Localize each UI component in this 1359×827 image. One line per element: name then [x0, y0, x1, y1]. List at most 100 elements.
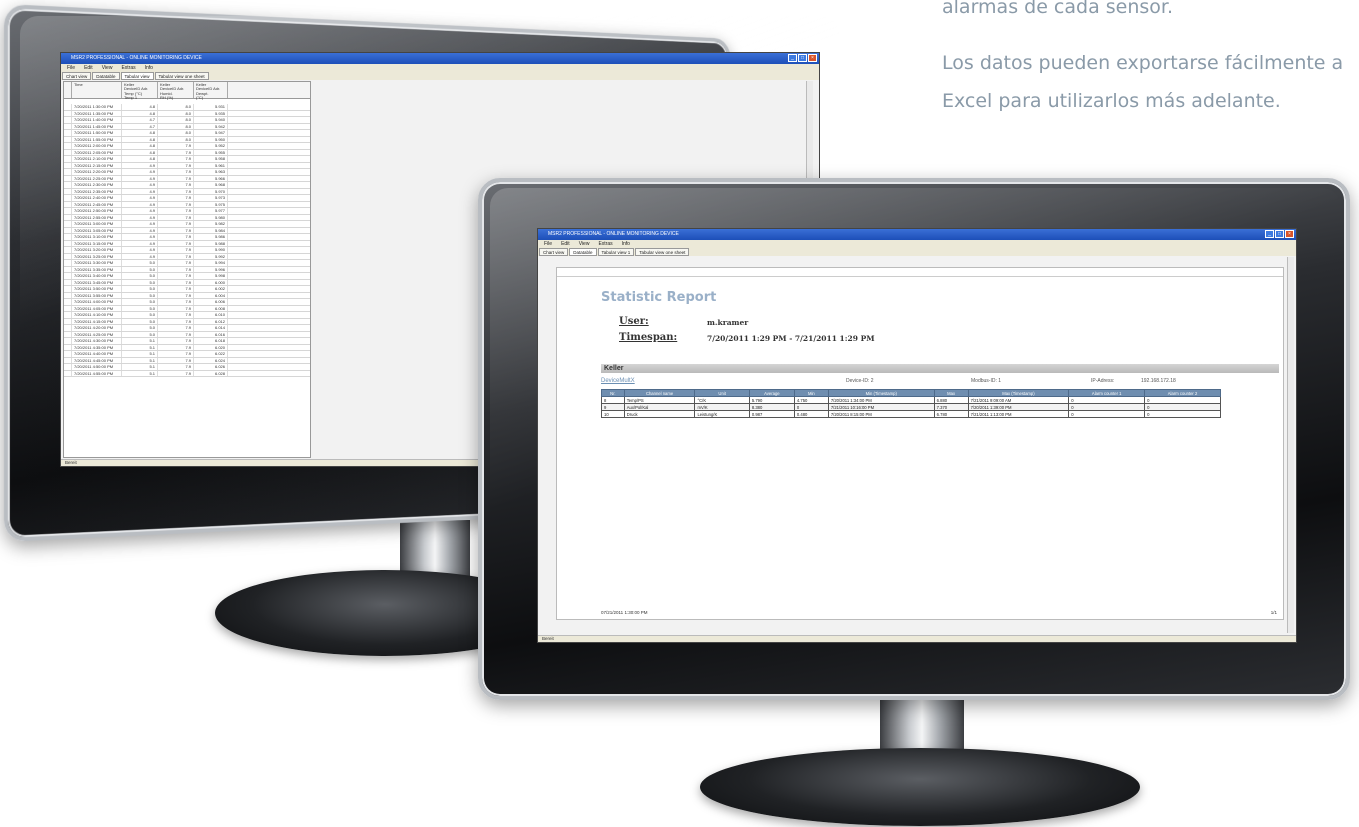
table-cell: 7/20/2011 2:35:00 PM	[72, 189, 122, 195]
row-marker	[64, 150, 72, 156]
row-marker	[64, 319, 72, 325]
table-cell: 7.9	[158, 280, 194, 286]
tab-datatable-right[interactable]: Datatable	[569, 248, 596, 256]
table-cell: 7/20/2011 1:55:00 PM	[72, 137, 122, 143]
table-cell: 5.0	[122, 267, 158, 273]
window-controls: _ □ ×	[788, 54, 817, 62]
menu-edit[interactable]: Edit	[84, 64, 93, 72]
menubar-right: File Edit View Extras Info	[538, 240, 1296, 248]
menu-extras-right[interactable]: Extras	[598, 240, 612, 248]
grid-header-temp[interactable]: Keller DeviceID Adr. Temp (°C) Temp 1	[122, 82, 158, 98]
menubar: File Edit View Extras Info	[61, 64, 819, 72]
table-cell: 7.9	[158, 208, 194, 214]
device-name-link[interactable]: DeviceMultX	[601, 376, 635, 386]
tab-datatable[interactable]: Datatable	[92, 72, 119, 80]
minimize-button-right[interactable]: _	[1265, 230, 1274, 238]
table-cell: 7/20/2011 3:45:00 PM	[72, 280, 122, 286]
ip-value: 192.168.172.18	[1141, 376, 1176, 386]
close-button[interactable]: ×	[808, 54, 817, 62]
table-cell: 7.9	[158, 345, 194, 351]
table-cell: 7/20/2011 4:30:00 PM	[72, 338, 122, 344]
col-min: Min	[794, 390, 828, 397]
tab-tabular-one-sheet-right[interactable]: Tabular view one sheet	[635, 248, 689, 256]
statistics-table: Nr. Channel name Unit Average Min Min (T…	[601, 389, 1221, 418]
table-cell: 4.7	[122, 124, 158, 130]
menu-edit-right[interactable]: Edit	[561, 240, 570, 248]
table-cell: 7/20/2011 8:15:00 PM	[828, 411, 934, 418]
row-marker	[64, 312, 72, 318]
table-cell: 5.970	[194, 189, 228, 195]
table-cell: Aux/Pol/Kal	[624, 404, 695, 411]
table-cell: 7.9	[158, 195, 194, 201]
tab-tabular-view-right[interactable]: Tabular view 1	[598, 248, 635, 256]
grid-header-dewpt[interactable]: Keller DeviceID Adr. Dewpt. (°C)	[194, 82, 228, 98]
menu-info-right[interactable]: Info	[622, 240, 630, 248]
table-cell: 7/20/2011 4:55:00 PM	[72, 371, 122, 377]
screen-right: MSR2 PROFESSIONAL - ONLINE MONITORING DE…	[537, 228, 1297, 643]
timespan-label: Timespan:	[619, 332, 677, 343]
table-cell: 5.988	[194, 241, 228, 247]
menu-info[interactable]: Info	[145, 64, 153, 72]
row-marker	[64, 280, 72, 286]
table-cell: 4.9	[122, 254, 158, 260]
tab-tabular-one-sheet[interactable]: Tabular view one sheet	[155, 72, 209, 80]
menu-file[interactable]: File	[67, 64, 75, 72]
tab-chart-view-right[interactable]: Chart view	[539, 248, 568, 256]
table-cell: 5.0	[122, 260, 158, 266]
table-cell: 7/20/2011 4:45:00 PM	[72, 358, 122, 364]
table-cell: 7.9	[158, 247, 194, 253]
timespan-value: 7/20/2011 1:29 PM - 7/21/2011 1:29 PM	[707, 334, 875, 343]
row-marker	[64, 156, 72, 162]
table-cell: 7/20/2011 2:20:00 PM	[72, 169, 122, 175]
table-cell: 5.0	[122, 332, 158, 338]
table-cell: 4.9	[122, 247, 158, 253]
table-cell: 6.012	[194, 319, 228, 325]
table-cell: 7.9	[158, 150, 194, 156]
menu-view-right[interactable]: View	[579, 240, 590, 248]
row-marker	[64, 117, 72, 123]
grid-header-time[interactable]: Time	[72, 82, 122, 98]
row-marker	[64, 260, 72, 266]
tab-tabular-view[interactable]: Tabular view	[121, 72, 154, 80]
table-cell: 6.022	[194, 351, 228, 357]
menu-extras[interactable]: Extras	[121, 64, 135, 72]
table-cell: 4.9	[122, 189, 158, 195]
table-cell: 7.9	[158, 358, 194, 364]
minimize-button[interactable]: _	[788, 54, 797, 62]
statistics-table-header: Nr. Channel name Unit Average Min Min (T…	[602, 390, 1221, 397]
table-cell: 4.9	[122, 163, 158, 169]
table-cell: 7/20/2011 4:50:00 PM	[72, 364, 122, 370]
table-cell: 7/20/2011 4:10:00 PM	[72, 312, 122, 318]
tab-chart-view[interactable]: Chart view	[62, 72, 91, 80]
table-cell: 7.9	[158, 332, 194, 338]
table-cell: 5.1	[122, 364, 158, 370]
table-cell: 7/21/2011 1:13:00 PM	[968, 411, 1069, 418]
table-cell: 5.994	[194, 260, 228, 266]
maximize-button[interactable]: □	[798, 54, 807, 62]
col-max: Max	[934, 390, 968, 397]
grid-header-humid[interactable]: Keller DeviceID Adr. Humid. RH (%)	[158, 82, 194, 98]
table-cell: 5.790	[749, 397, 794, 404]
tabbar-right: Chart view Datatable Tabular view 1 Tabu…	[538, 248, 1296, 256]
menu-view[interactable]: View	[102, 64, 113, 72]
table-cell: 7.370	[934, 404, 968, 411]
row-marker	[64, 241, 72, 247]
table-cell: 4.9	[122, 241, 158, 247]
maximize-button-right[interactable]: □	[1275, 230, 1284, 238]
menu-file-right[interactable]: File	[544, 240, 552, 248]
table-cell: mV/K	[695, 404, 749, 411]
vertical-scrollbar-right[interactable]	[1287, 257, 1294, 633]
table-cell: 7.9	[158, 189, 194, 195]
table-cell: 7/20/2011 1:34:00 PM	[828, 397, 934, 404]
table-cell: 7/20/2011 1:30:00 PM	[72, 104, 122, 110]
table-cell: 7.9	[158, 254, 194, 260]
table-cell: 7.9	[158, 293, 194, 299]
table-cell: 7/20/2011 2:05:00 PM	[72, 150, 122, 156]
table-cell: 0	[1069, 404, 1145, 411]
close-button-right[interactable]: ×	[1285, 230, 1294, 238]
table-cell: 6.024	[194, 358, 228, 364]
table-row[interactable]: 7/20/2011 4:55:00 PM 5.1 7.9 6.028	[64, 371, 310, 378]
window-title-right: MSR2 PROFESSIONAL - ONLINE MONITORING DE…	[548, 231, 679, 237]
window-titlebar-right: MSR2 PROFESSIONAL - ONLINE MONITORING DE…	[538, 229, 1296, 240]
table-cell: 4.9	[122, 169, 158, 175]
